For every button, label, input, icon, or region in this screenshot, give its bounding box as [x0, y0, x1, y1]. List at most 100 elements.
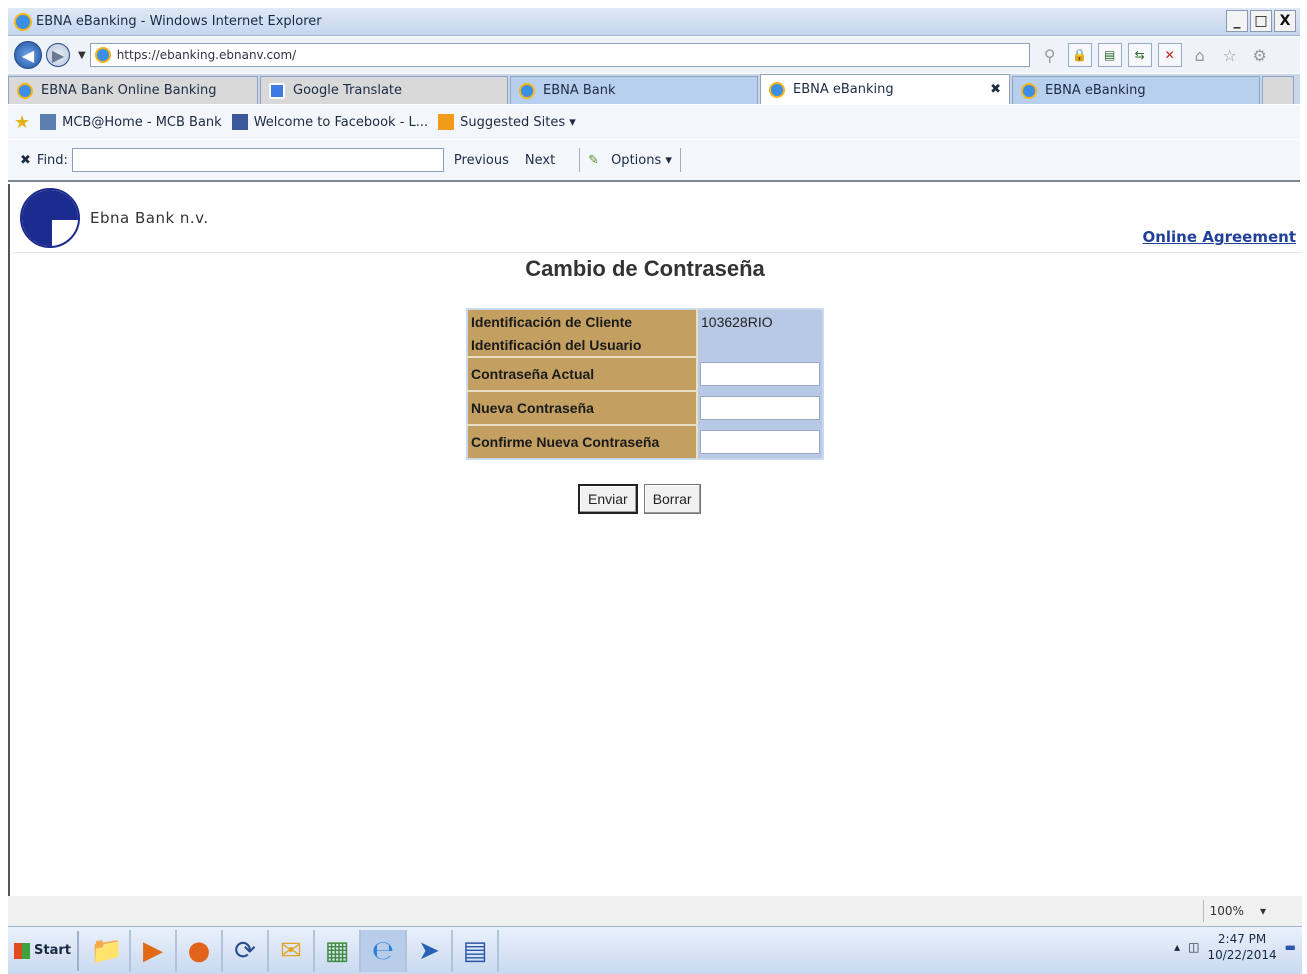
clock[interactable]: 2:47 PM 10/22/2014: [1207, 931, 1276, 963]
zoom-control[interactable]: 100% ▾: [1202, 900, 1272, 922]
tab-google-translate[interactable]: Google Translate: [260, 76, 508, 104]
client-id-label: Identificación de Cliente: [467, 309, 698, 333]
clock-date: 10/22/2014: [1207, 948, 1277, 962]
page-content: Ebna Bank n.v. Online Agreement Cambio d…: [8, 184, 1302, 896]
form-buttons: Enviar Borrar: [578, 484, 701, 514]
find-label: Find:: [36, 152, 68, 168]
tab-ebna-ebanking[interactable]: EBNA eBanking: [1012, 76, 1260, 104]
favorite-label: Suggested Sites ▾: [460, 114, 576, 130]
back-button[interactable]: ◀: [14, 41, 42, 69]
suggested-sites-icon: [438, 114, 455, 130]
find-previous-button[interactable]: Previous: [454, 153, 509, 168]
google-translate-icon: [269, 82, 285, 99]
tab-label: EBNA Bank Online Banking: [41, 83, 217, 98]
page-title: Cambio de Contraseña: [525, 256, 765, 281]
tab-ebna-bank[interactable]: EBNA Bank: [510, 76, 758, 104]
facebook-icon: [231, 114, 248, 130]
current-password-label: Contraseña Actual: [467, 356, 698, 391]
tab-ebna-ebanking-active[interactable]: EBNA eBanking ✖: [760, 74, 1010, 104]
compatibility-view-icon[interactable]: ▤: [1097, 43, 1122, 67]
zoom-dropdown-icon[interactable]: ▾: [1260, 904, 1266, 918]
status-bar: 100% ▾: [8, 896, 1302, 926]
outlook-icon[interactable]: ✉: [269, 929, 315, 972]
change-password-form: Identificación de Cliente 103628RIO Iden…: [466, 308, 824, 460]
divider: [679, 148, 681, 172]
start-button[interactable]: Start: [8, 930, 79, 971]
window-titlebar: EBNA eBanking - Windows Internet Explore…: [8, 8, 1300, 36]
taskbar: Start 📁 ▶ ● ⟳ ✉ ▦ ℮ ➤ ▤ ▴ ◫ 2:47 PM 10/2…: [8, 926, 1302, 974]
ie-page-icon: [519, 82, 535, 99]
windows-flag-icon: [14, 942, 30, 959]
bank-logo: Ebna Bank n.v.: [20, 188, 209, 248]
find-next-button[interactable]: Next: [525, 153, 555, 168]
word-icon[interactable]: ▤: [453, 929, 499, 972]
firefox-icon[interactable]: ●: [177, 929, 223, 972]
search-icon[interactable]: ⚲: [1038, 43, 1062, 67]
ie-page-icon: [1021, 82, 1037, 99]
new-password-field[interactable]: [700, 396, 820, 420]
minimize-button[interactable]: _: [1226, 10, 1248, 32]
url-text: https://ebanking.ebnanv.com/: [116, 48, 297, 62]
start-label: Start: [34, 943, 71, 958]
find-options-button[interactable]: Options ▾: [611, 153, 672, 168]
stop-icon[interactable]: ✕: [1157, 43, 1182, 67]
tab-label: Google Translate: [293, 83, 403, 98]
clock-time: 2:47 PM: [1217, 932, 1267, 946]
home-icon[interactable]: ⌂: [1188, 43, 1212, 67]
find-input[interactable]: [71, 148, 444, 172]
network-icon[interactable]: ▦: [315, 929, 361, 972]
remote-desktop-icon[interactable]: ➤: [407, 929, 453, 972]
tab-label: EBNA Bank: [543, 83, 616, 98]
ebna-logo-icon: [20, 188, 80, 248]
address-toolbar: ◀ ▶ ▼ https://ebanking.ebnanv.com/ ⚲ 🔒 ▤…: [8, 37, 1300, 73]
network-tray-icon[interactable]: ◫: [1188, 940, 1199, 954]
tab-label: EBNA eBanking: [1045, 83, 1146, 98]
new-password-label: Nueva Contraseña: [467, 390, 698, 425]
confirm-password-field[interactable]: [700, 429, 820, 454]
explorer-folder-icon[interactable]: 📁: [85, 929, 131, 972]
highlight-pen-icon[interactable]: ✎: [588, 153, 599, 168]
close-window-button[interactable]: X: [1274, 10, 1296, 32]
mcb-icon: [40, 114, 57, 130]
favorite-suggested-sites[interactable]: Suggested Sites ▾: [438, 114, 576, 130]
show-desktop-icon[interactable]: ▬: [1285, 940, 1296, 954]
forward-button[interactable]: ▶: [46, 43, 70, 67]
favorites-star-icon[interactable]: ☆: [1218, 43, 1242, 67]
divider: [579, 148, 581, 172]
recent-pages-dropdown-icon[interactable]: ▼: [78, 50, 86, 61]
client-id-value: 103628RIO: [697, 309, 823, 333]
address-field[interactable]: https://ebanking.ebnanv.com/: [89, 43, 1030, 67]
maximize-button[interactable]: □: [1250, 10, 1272, 32]
tab-ebna-online-banking[interactable]: EBNA Bank Online Banking: [8, 76, 258, 104]
current-password-field[interactable]: [700, 362, 820, 386]
system-tray: ▴ ◫ 2:47 PM 10/22/2014 ▬: [1174, 931, 1296, 963]
user-id-label: Identificación del Usuario: [467, 333, 698, 357]
refresh-icon[interactable]: ⇆: [1127, 43, 1152, 67]
favorites-star-icon[interactable]: ★: [14, 112, 30, 133]
new-tab-button[interactable]: [1262, 76, 1294, 104]
tray-expand-icon[interactable]: ▴: [1174, 940, 1180, 954]
find-bar: ✖ Find: Previous Next ✎ Options ▾: [8, 140, 1300, 182]
close-find-icon[interactable]: ✖: [20, 153, 31, 168]
address-bar-tools: ⚲ 🔒 ▤ ⇆ ✕ ⌂ ☆ ⚙: [1038, 43, 1272, 67]
media-player-icon[interactable]: ▶: [131, 929, 177, 972]
submit-button[interactable]: Enviar: [578, 484, 638, 514]
internet-explorer-icon[interactable]: ℮: [360, 929, 407, 972]
close-tab-icon[interactable]: ✖: [990, 82, 1001, 97]
window-title: EBNA eBanking - Windows Internet Explore…: [36, 14, 322, 29]
tab-label: EBNA eBanking: [793, 82, 894, 97]
favorite-mcb[interactable]: MCB@Home - MCB Bank: [40, 114, 222, 130]
window-controls: _ □ X: [1226, 10, 1296, 32]
favorite-facebook[interactable]: Welcome to Facebook - L...: [231, 114, 428, 130]
internet-explorer-icon: [14, 12, 32, 31]
app-sync-icon[interactable]: ⟳: [223, 929, 269, 972]
logo-text: Ebna Bank n.v.: [90, 209, 209, 227]
confirm-password-label: Confirme Nueva Contraseña: [467, 424, 698, 459]
clear-button[interactable]: Borrar: [643, 484, 701, 514]
online-agreement-link[interactable]: Online Agreement: [1142, 228, 1296, 246]
ie-page-icon: [769, 81, 785, 98]
tab-bar: EBNA Bank Online Banking Google Translat…: [8, 74, 1300, 104]
user-id-value: [697, 333, 823, 357]
security-lock-icon[interactable]: 🔒: [1067, 43, 1092, 67]
gear-icon[interactable]: ⚙: [1248, 43, 1272, 67]
